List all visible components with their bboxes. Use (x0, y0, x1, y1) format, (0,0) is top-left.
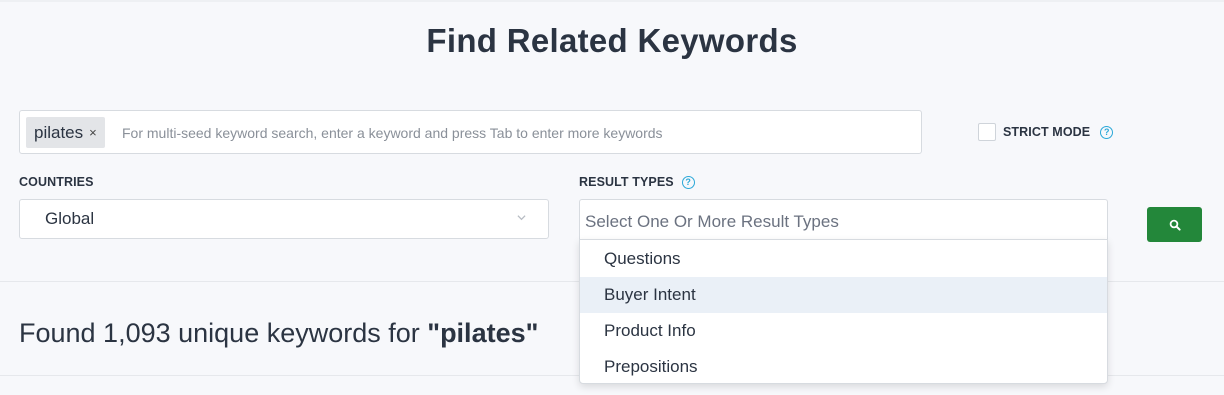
countries-label: COUNTRIES (19, 175, 94, 189)
results-summary: Found 1,093 unique keywords for "pilates… (19, 318, 538, 349)
keyword-chip-pilates: pilates × (26, 117, 105, 148)
seed-keyword-input[interactable] (122, 117, 912, 148)
question-circle-icon[interactable]: ? (681, 175, 695, 189)
countries-selected-value: Global (45, 209, 95, 228)
countries-select[interactable]: Global (19, 199, 549, 239)
option-prepositions[interactable]: Prepositions (580, 349, 1107, 385)
strict-mode-checkbox[interactable] (978, 123, 996, 141)
seed-keyword-input-box[interactable]: pilates × (19, 110, 922, 154)
result-types-label-row: RESULT TYPES ? (579, 175, 695, 189)
option-product-info[interactable]: Product Info (580, 313, 1107, 349)
page-title: Find Related Keywords (426, 22, 798, 59)
option-buyer-intent[interactable]: Buyer Intent (580, 277, 1107, 313)
search-icon (1169, 219, 1181, 231)
option-questions[interactable]: Questions (580, 241, 1107, 277)
result-types-input[interactable] (585, 210, 1085, 234)
chip-remove-icon[interactable]: × (89, 126, 97, 139)
strict-mode-label: STRICT MODE (1003, 125, 1091, 139)
search-button[interactable] (1147, 207, 1202, 242)
results-summary-prefix: Found 1,093 unique keywords for (19, 318, 428, 348)
result-types-label: RESULT TYPES (579, 175, 674, 189)
strict-mode-toggle: STRICT MODE ? (978, 123, 1114, 141)
question-circle-icon[interactable]: ? (1100, 125, 1114, 139)
results-summary-keyword: "pilates" (427, 318, 539, 348)
result-types-select[interactable] (579, 199, 1108, 242)
result-types-dropdown-menu: Questions Buyer Intent Product Info Prep… (579, 239, 1108, 384)
keyword-chip-label: pilates (34, 122, 84, 142)
chevron-down-icon (517, 215, 526, 221)
